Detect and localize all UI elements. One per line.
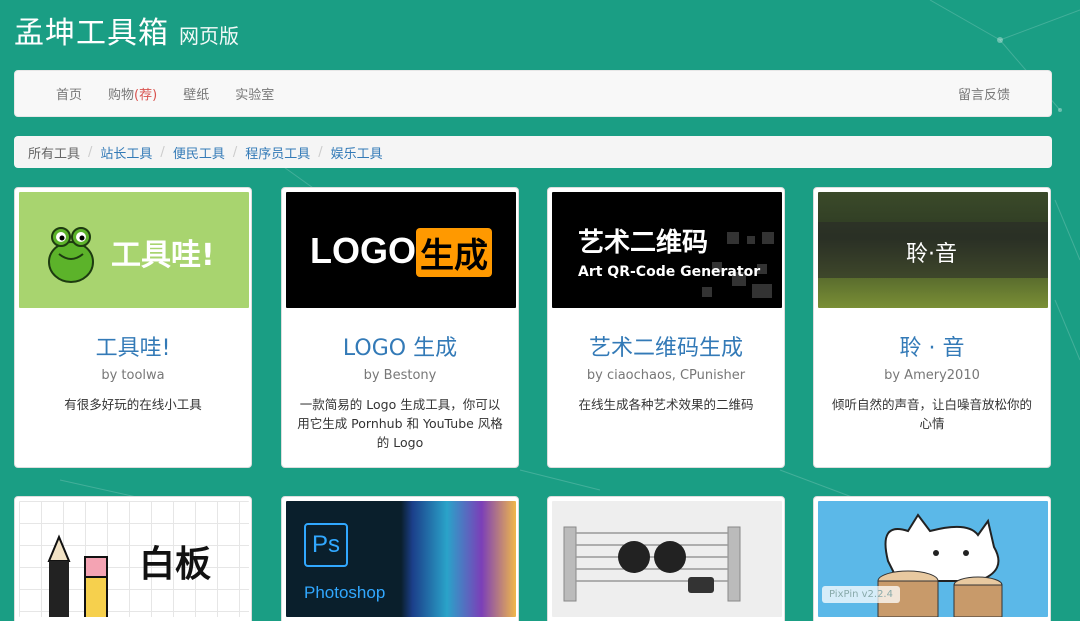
tool-author: by Bestony (363, 368, 437, 383)
card-thumbnail: 白板 (19, 501, 249, 617)
tool-card-ling-yin[interactable]: 聆·音 聆 · 音 by Amery2010 倾听自然的声音，让白噪音放松你的心… (813, 187, 1051, 468)
card-thumbnail: 艺术二维码 Art QR-Code Generator (552, 192, 782, 308)
crumb-separator: / (232, 144, 238, 160)
tool-card-whiteboard[interactable]: 白板 (14, 496, 252, 621)
tool-card-art-qrcode[interactable]: 艺术二维码 Art QR-Code Generator 艺术二维码生成 by c… (547, 187, 785, 468)
card-thumbnail (552, 501, 782, 617)
tool-card-logo-generator[interactable]: LOGO 生成 LOGO 生成 by Bestony 一款简易的 Logo 生成… (281, 187, 519, 468)
card-caption: LOGO 生成 by Bestony 一款简易的 Logo 生成工具，你可以用它… (286, 330, 514, 452)
site-brand[interactable]: 孟坤工具箱 网页版 (14, 8, 239, 52)
crumb-webmaster-tools[interactable]: 站长工具 (100, 143, 152, 162)
tool-name[interactable]: 艺术二维码生成 (560, 330, 772, 362)
tool-description: 倾听自然的声音，让白噪音放松你的心情 (831, 397, 1032, 431)
tool-author: by toolwa (101, 368, 165, 383)
tool-name[interactable]: 聆 · 音 (826, 330, 1038, 362)
pencil-eraser-icon (47, 534, 108, 617)
thumb-text: 白板 (139, 544, 212, 585)
thumb-text-generate: 生成 (416, 228, 492, 277)
tool-description: 有很多好玩的在线小工具 (64, 397, 202, 412)
crumb-programmer-tools[interactable]: 程序员工具 (245, 143, 310, 162)
crumb-separator: / (160, 144, 165, 160)
nav-shopping[interactable]: 购物(荐) (95, 84, 170, 103)
instrument-icon (563, 526, 741, 602)
thumb-text: 工具哇! (111, 238, 215, 273)
thumb-text-logo: LOGO (310, 230, 416, 271)
tool-author: by ciaochaos, CPunisher (586, 368, 746, 383)
thumb-text: Photoshop (304, 583, 386, 602)
tool-author: by Amery2010 (884, 368, 980, 383)
tool-name[interactable]: LOGO 生成 (294, 330, 506, 362)
tool-description: 在线生成各种艺术效果的二维码 (578, 397, 754, 412)
nav-wallpaper[interactable]: 壁纸 (170, 84, 222, 103)
card-thumbnail: Ps Photoshop (286, 501, 516, 617)
nav-feedback[interactable]: 留言反馈 (945, 84, 1023, 103)
thumb-subtitle: Art QR-Code Generator (578, 264, 761, 280)
thumb-text: 聆·音 (906, 242, 957, 267)
nav-shopping-label: 购物 (108, 88, 135, 103)
site-subtitle: 网页版 (179, 24, 239, 48)
recommend-badge: (荐) (134, 88, 158, 103)
thumb-title: 艺术二维码 (578, 228, 709, 258)
crumb-convenience-tools[interactable]: 便民工具 (173, 143, 225, 162)
nav-lab[interactable]: 实验室 (222, 84, 287, 103)
pixpin-watermark: PixPin v2.2.4 (822, 586, 900, 603)
breadcrumb: 所有工具 / 站长工具 / 便民工具 / 程序员工具 / 娱乐工具 (14, 136, 1052, 168)
tool-card-music-instrument[interactable] (547, 496, 785, 621)
card-thumbnail: LOGO 生成 (286, 192, 516, 308)
crumb-separator: / (88, 144, 93, 160)
tool-card-photoshop[interactable]: Ps Photoshop (281, 496, 519, 621)
crumb-all-tools[interactable]: 所有工具 (28, 143, 80, 162)
nav-home[interactable]: 首页 (43, 84, 95, 103)
card-caption: 聆 · 音 by Amery2010 倾听自然的声音，让白噪音放松你的心情 (818, 330, 1046, 433)
tool-name[interactable]: 工具哇! (27, 330, 239, 362)
site-title: 孟坤工具箱 (14, 16, 169, 51)
tool-description: 一款简易的 Logo 生成工具，你可以用它生成 Pornhub 和 YouTub… (297, 397, 503, 450)
crumb-entertainment-tools[interactable]: 娱乐工具 (331, 143, 383, 162)
photoshop-logo-icon: Ps (304, 523, 348, 567)
card-caption: 工具哇! by toolwa 有很多好玩的在线小工具 (19, 330, 247, 414)
card-caption: 艺术二维码生成 by ciaochaos, CPunisher 在线生成各种艺术… (552, 330, 780, 414)
top-navbar: 首页 购物(荐) 壁纸 实验室 留言反馈 (14, 70, 1052, 117)
crumb-separator: / (318, 144, 323, 160)
card-thumbnail: 工具哇! (19, 192, 249, 308)
tool-card-toolwa[interactable]: 工具哇! 工具哇! by toolwa 有很多好玩的在线小工具 (14, 187, 252, 468)
card-thumbnail: 聆·音 (818, 192, 1048, 308)
